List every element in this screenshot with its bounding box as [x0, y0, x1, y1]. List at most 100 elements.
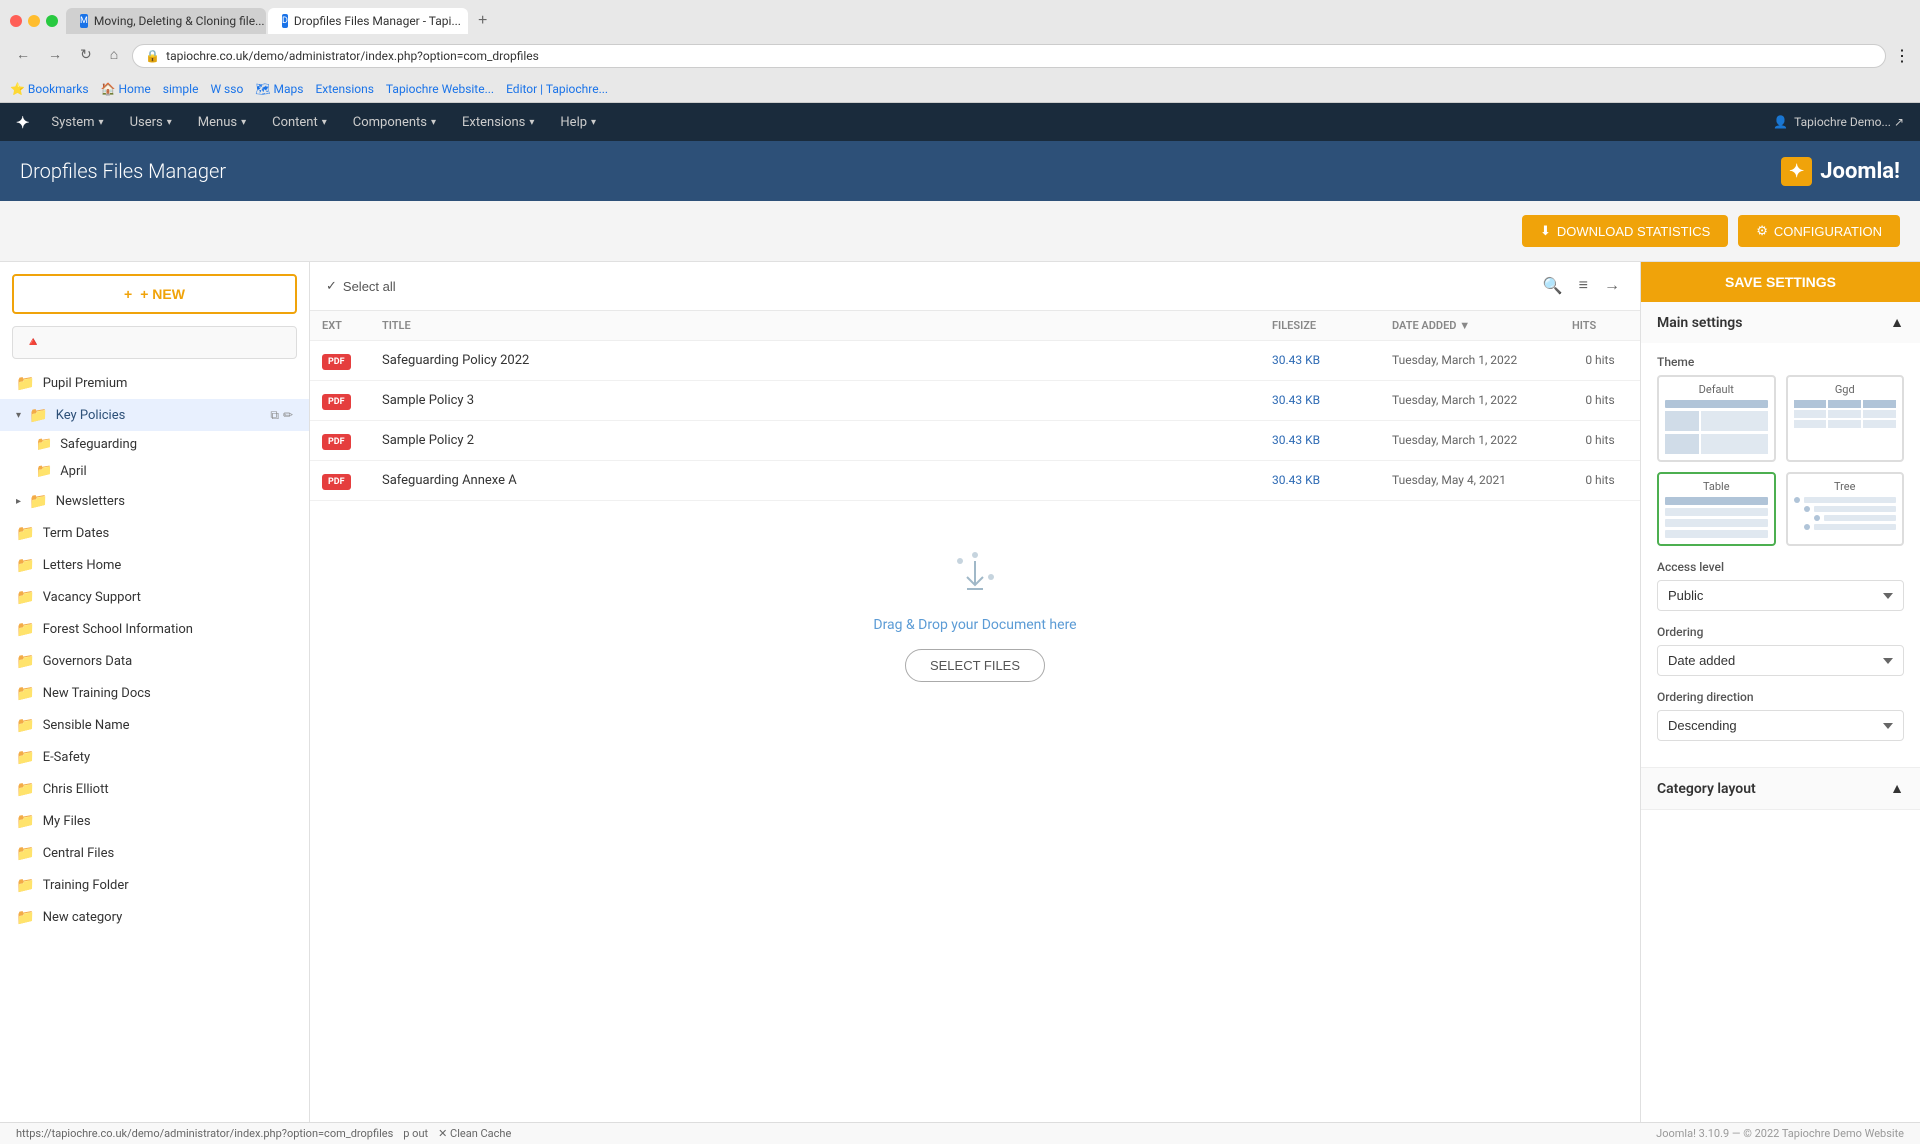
close-window-button[interactable] — [10, 15, 22, 27]
configuration-button[interactable]: ⚙ CONFIGURATION — [1738, 215, 1900, 247]
help-chevron: ▾ — [591, 117, 596, 128]
pdf-badge: PDF — [322, 474, 351, 490]
back-button[interactable]: ← — [10, 44, 36, 64]
nav-menus[interactable]: Menus ▾ — [186, 107, 258, 138]
theme-option-ggd[interactable]: Ggd — [1786, 375, 1905, 462]
sidebar-item-pupil-premium[interactable]: 📁 Pupil Premium — [0, 367, 309, 399]
sidebar-item-safeguarding[interactable]: 📁 Safeguarding — [20, 431, 309, 458]
filter-button[interactable]: ≡ — [1575, 272, 1592, 300]
nav-users[interactable]: Users ▾ — [118, 107, 184, 138]
sign-out-link[interactable]: p out — [403, 1127, 428, 1140]
bookmark-bookmarks[interactable]: ⭐ Bookmarks — [10, 82, 89, 96]
sidebar-item-training-folder[interactable]: 📁 Training Folder — [0, 869, 309, 901]
bookmark-home[interactable]: 🏠 Home — [101, 82, 151, 96]
home-button[interactable]: ⌂ — [104, 44, 124, 64]
sidebar-item-sensible-name[interactable]: 📁 Sensible Name — [0, 709, 309, 741]
tab-close-2[interactable]: ✕ — [467, 16, 468, 27]
main-layout: + + NEW 🔺 📁 Pupil Premium ▾ 📁 Key Polici… — [0, 262, 1920, 1122]
file-table-container: EXT TITLE FILESIZE DATE ADDED ▼ HITS PDF… — [310, 311, 1640, 501]
user-label: Tapiochre Demo... ↗ — [1794, 115, 1904, 129]
bookmark-sso[interactable]: W sso — [210, 82, 243, 96]
sidebar-item-key-policies[interactable]: ▾ 📁 Key Policies ⧉ ✏ — [0, 399, 309, 431]
select-all-button[interactable]: ✓ Select all — [326, 278, 396, 294]
maximize-window-button[interactable] — [46, 15, 58, 27]
bookmark-editor[interactable]: Editor | Tapiochre... — [506, 82, 608, 96]
nav-system[interactable]: System ▾ — [39, 107, 115, 138]
table-row[interactable]: PDF Sample Policy 2 30.43 KB Tuesday, Ma… — [310, 421, 1640, 461]
folder-icon: 📁 — [16, 748, 35, 766]
content-chevron: ▾ — [322, 117, 327, 128]
sidebar-item-term-dates[interactable]: 📁 Term Dates — [0, 517, 309, 549]
sidebar-item-chris-elliott[interactable]: 📁 Chris Elliott — [0, 773, 309, 805]
new-tab-button[interactable]: + — [470, 8, 495, 34]
sidebar-item-newsletters[interactable]: ▸ 📁 Newsletters — [0, 485, 309, 517]
sidebar-item-april[interactable]: 📁 April — [20, 458, 309, 485]
folder-label: My Files — [43, 814, 293, 829]
ordering-direction-label: Ordering direction — [1657, 690, 1904, 704]
category-layout-header[interactable]: Category layout ▲ — [1641, 768, 1920, 809]
select-files-button[interactable]: SELECT FILES — [905, 649, 1045, 682]
drop-zone-text: Drag & Drop your Document here — [873, 617, 1076, 633]
folder-icon: 📁 — [36, 437, 52, 452]
nav-content[interactable]: Content ▾ — [260, 107, 339, 138]
ordering-direction-select[interactable]: Descending Ascending — [1657, 710, 1904, 741]
sidebar-item-e-safety[interactable]: 📁 E-Safety — [0, 741, 309, 773]
nav-components[interactable]: Components ▾ — [341, 107, 448, 138]
sidebar-item-forest-school-info[interactable]: 📁 Forest School Information — [0, 613, 309, 645]
sidebar-item-new-training-docs[interactable]: 📁 New Training Docs — [0, 677, 309, 709]
col-header-date[interactable]: DATE ADDED ▼ — [1380, 311, 1560, 341]
folder-label: Term Dates — [43, 526, 293, 541]
col-header-title[interactable]: TITLE — [370, 311, 1260, 341]
sidebar-item-my-files[interactable]: 📁 My Files — [0, 805, 309, 837]
reload-button[interactable]: ↻ — [74, 44, 98, 65]
sidebar-item-central-files[interactable]: 📁 Central Files — [0, 837, 309, 869]
clean-cache-link[interactable]: ✕ Clean Cache — [438, 1127, 511, 1140]
table-row[interactable]: PDF Safeguarding Annexe A 30.43 KB Tuesd… — [310, 461, 1640, 501]
extensions-button[interactable]: ⋮ — [1894, 46, 1910, 66]
address-bar[interactable]: 🔒 tapiochre.co.uk/demo/administrator/ind… — [132, 44, 1886, 68]
category-layout-section: Category layout ▲ — [1641, 768, 1920, 810]
theme-option-table[interactable]: Table — [1657, 472, 1776, 546]
theme-option-default[interactable]: Default — [1657, 375, 1776, 462]
ordering-direction-group: Ordering direction Descending Ascending — [1657, 690, 1904, 741]
drop-svg-icon — [945, 541, 1005, 601]
download-statistics-button[interactable]: ⬇ DOWNLOAD STATISTICS — [1522, 215, 1728, 247]
browser-tab-2[interactable]: D Dropfiles Files Manager - Tapi... ✕ — [268, 8, 468, 34]
browser-tab-1[interactable]: M Moving, Deleting & Cloning file... ✕ — [66, 8, 266, 34]
sidebar-item-letters-home[interactable]: 📁 Letters Home — [0, 549, 309, 581]
file-title: Sample Policy 3 — [382, 393, 474, 408]
minimize-window-button[interactable] — [28, 15, 40, 27]
nav-help[interactable]: Help ▾ — [548, 107, 608, 138]
sidebar-item-new-category[interactable]: 📁 New category — [0, 901, 309, 933]
nav-user-menu[interactable]: 👤 Tapiochre Demo... ↗ — [1773, 115, 1904, 129]
new-folder-button[interactable]: + + NEW — [12, 274, 297, 314]
folder-label: Central Files — [43, 846, 293, 861]
bookmark-maps[interactable]: 🗺 Maps — [255, 82, 303, 96]
nav-extensions[interactable]: Extensions ▾ — [450, 107, 546, 138]
system-chevron: ▾ — [99, 117, 104, 128]
table-row[interactable]: PDF Safeguarding Policy 2022 30.43 KB Tu… — [310, 341, 1640, 381]
search-toggle-button[interactable]: 🔍 — [1539, 272, 1567, 300]
save-settings-button[interactable]: SAVE SETTINGS — [1641, 262, 1920, 302]
bookmark-extensions[interactable]: Extensions — [315, 82, 373, 96]
edit-icon[interactable]: ✏ — [283, 408, 293, 423]
file-ext-cell: PDF — [310, 461, 370, 501]
theme-option-tree[interactable]: Tree — [1786, 472, 1905, 546]
theme-table-label: Table — [1665, 480, 1768, 493]
main-settings-header[interactable]: Main settings ▲ — [1641, 302, 1920, 343]
file-title-cell: Safeguarding Policy 2022 — [370, 341, 1260, 381]
table-row[interactable]: PDF Sample Policy 3 30.43 KB Tuesday, Ma… — [310, 381, 1640, 421]
ordering-select[interactable]: Date added Title File size Hits — [1657, 645, 1904, 676]
file-hits: 0 hits — [1585, 473, 1614, 487]
bookmark-simple[interactable]: simple — [163, 82, 199, 96]
copy-icon[interactable]: ⧉ — [270, 408, 279, 423]
cms-top-nav: ✦ System ▾ Users ▾ Menus ▾ Content ▾ Com… — [0, 103, 1920, 141]
sidebar-item-governors-data[interactable]: 📁 Governors Data — [0, 645, 309, 677]
sidebar-item-vacancy-support[interactable]: 📁 Vacancy Support — [0, 581, 309, 613]
main-settings-content: Theme Default — [1641, 343, 1920, 767]
forward-button[interactable]: → — [42, 44, 68, 64]
bookmark-tapiochre[interactable]: Tapiochre Website... — [386, 82, 494, 96]
sidebar-search[interactable]: 🔺 — [12, 326, 297, 359]
access-level-select[interactable]: Public Registered Special — [1657, 580, 1904, 611]
export-button[interactable]: → — [1600, 272, 1624, 300]
